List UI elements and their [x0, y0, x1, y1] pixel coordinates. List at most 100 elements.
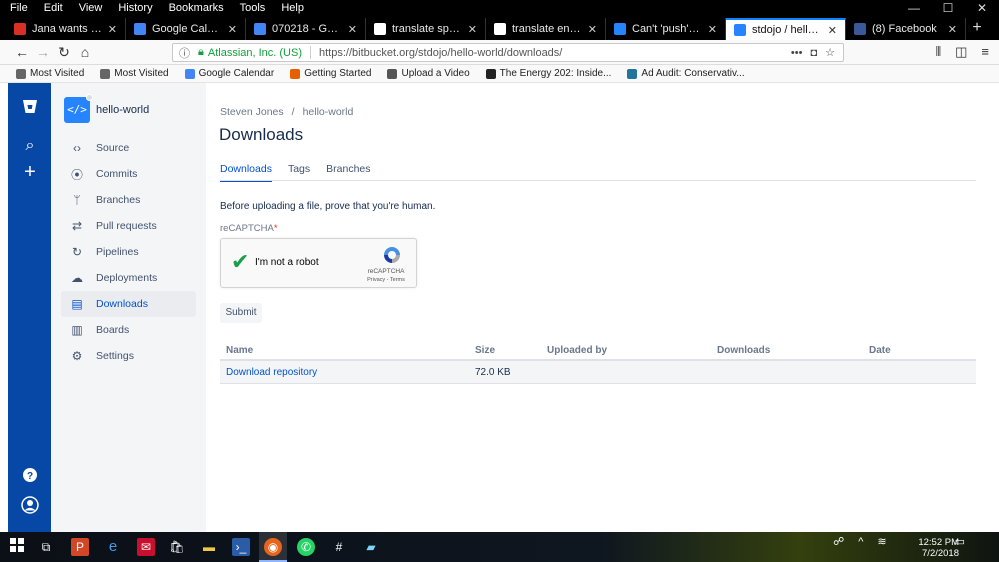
new-tab-button[interactable]: + [966, 18, 988, 40]
menu-tools[interactable]: Tools [238, 1, 268, 15]
file-explorer-icon[interactable]: ▬ [200, 538, 218, 556]
close-tab-icon[interactable]: ✕ [108, 23, 117, 36]
col-date[interactable]: Date [869, 345, 976, 356]
task-view-icon[interactable]: ⧉ [37, 538, 55, 556]
menu-history[interactable]: History [116, 1, 154, 15]
store-icon[interactable]: 🛍︎ [168, 538, 186, 556]
browser-tab[interactable]: Google Calendar - Week ✕ [126, 18, 246, 40]
windows-taskbar: ⧉ P e ✉ 🛍︎ ▬ ›_ ◉ ✆ # ▰ ☍ ^ ≋ ▭ 12:52 PM… [0, 532, 999, 562]
bookmark-item[interactable]: Google Calendar [184, 68, 274, 79]
submit-button[interactable]: Submit [220, 303, 262, 323]
url-bar[interactable]: ⓘ 🔒︎ Atlassian, Inc. (US) https://bitbuc… [172, 43, 844, 62]
browser-tab[interactable]: translate english spanish ✕ [486, 18, 606, 40]
favicon-icon [14, 23, 26, 35]
browser-tab[interactable]: 070218 - Google Docs ✕ [246, 18, 366, 40]
sidebar-item-branches[interactable]: ᛘ Branches [61, 187, 196, 213]
col-downloads[interactable]: Downloads [717, 345, 869, 356]
menu-help[interactable]: Help [279, 1, 306, 15]
browser-tab[interactable]: (8) Facebook ✕ [846, 18, 966, 40]
tray-overflow-icon[interactable]: ^ [858, 536, 863, 548]
bookmark-star-icon[interactable]: ☆ [825, 46, 835, 59]
bitbucket-logo-icon[interactable] [18, 97, 42, 121]
bookmark-icon [387, 68, 398, 79]
mail-app-icon[interactable]: ✉ [137, 538, 155, 556]
sidebar-item-boards[interactable]: ▥ Boards [61, 317, 196, 343]
bookmark-item[interactable]: Upload a Video [387, 68, 470, 79]
global-nav: ⌕ + ? [8, 83, 51, 532]
people-icon[interactable]: ☍ [833, 535, 844, 548]
sidebar-toggle-icon[interactable]: ◫ [955, 44, 967, 60]
close-tab-icon[interactable]: ✕ [228, 23, 237, 36]
bookmark-item[interactable]: Most Visited [16, 68, 84, 79]
recaptcha-terms-link[interactable]: Privacy - Terms [364, 277, 408, 283]
col-uploaded-by[interactable]: Uploaded by [547, 345, 717, 356]
code-icon: ‹› [73, 141, 81, 155]
menu-bookmarks[interactable]: Bookmarks [167, 1, 226, 15]
url-text[interactable]: https://bitbucket.org/stdojo/hello-world… [319, 47, 791, 59]
help-icon[interactable]: ? [18, 467, 42, 491]
close-tab-icon[interactable]: ✕ [348, 23, 357, 36]
slack-icon[interactable]: # [330, 538, 348, 556]
sidebar-item-source[interactable]: ‹› Source [61, 135, 196, 161]
sidebar-item-downloads[interactable]: ▤ Downloads [61, 291, 196, 317]
forward-button[interactable]: → [33, 43, 53, 63]
user-avatar-icon[interactable] [18, 496, 42, 520]
maximize-button[interactable]: ☐ [931, 0, 965, 18]
breadcrumb-owner[interactable]: Steven Jones [220, 106, 284, 118]
browser-tab[interactable]: Can't 'push' to bitbucket ✕ [606, 18, 726, 40]
col-name[interactable]: Name [220, 345, 475, 356]
pull-request-icon: ⇄ [71, 219, 83, 233]
sidebar-item-pull-requests[interactable]: ⇄ Pull requests [61, 213, 196, 239]
sidebar-item-commits[interactable]: ⦿ Commits [61, 161, 196, 187]
menu-view[interactable]: View [77, 1, 105, 15]
minimize-button[interactable]: — [897, 0, 931, 18]
close-tab-icon[interactable]: ✕ [588, 23, 597, 36]
bookmark-icon [627, 68, 638, 79]
close-window-button[interactable]: ✕ [965, 0, 999, 18]
download-repository-link[interactable]: Download repository [220, 367, 475, 378]
menu-file[interactable]: File [8, 1, 30, 15]
sidebar-item-deployments[interactable]: ☁ Deployments [61, 265, 196, 291]
notes-app-icon[interactable]: ▰ [362, 538, 380, 556]
whatsapp-icon[interactable]: ✆ [297, 538, 315, 556]
firefox-icon[interactable]: ◉ [264, 538, 282, 556]
close-tab-icon[interactable]: ✕ [708, 23, 717, 36]
menu-edit[interactable]: Edit [42, 1, 65, 15]
clock[interactable]: 12:52 PM 7/2/2018 [918, 537, 959, 559]
bookmark-item[interactable]: The Energy 202: Inside... [485, 68, 611, 79]
search-icon[interactable]: ⌕ [18, 134, 42, 158]
create-icon[interactable]: + [18, 160, 42, 184]
recaptcha-checkbox[interactable]: ✔ [231, 251, 249, 273]
powerpoint-icon[interactable]: P [71, 538, 89, 556]
sidebar-item-pipelines[interactable]: ↻ Pipelines [61, 239, 196, 265]
close-tab-icon[interactable]: ✕ [948, 23, 957, 36]
pocket-icon[interactable]: ◘ [810, 47, 817, 59]
bookmark-item[interactable]: Ad Audit: Conservativ... [627, 68, 745, 79]
edge-icon[interactable]: e [104, 538, 122, 556]
close-tab-icon[interactable]: ✕ [468, 23, 477, 36]
browser-tab[interactable]: Jana wants you to check ✕ [6, 18, 126, 40]
library-icon[interactable]: ⫴ [936, 44, 941, 60]
bookmark-icon [290, 68, 301, 79]
page-actions-icon[interactable]: ••• [791, 47, 803, 59]
windows-start-icon[interactable] [8, 538, 26, 556]
powershell-icon[interactable]: ›_ [232, 538, 250, 556]
browser-tab[interactable]: translate spanish english ✕ [366, 18, 486, 40]
hamburger-menu-icon[interactable]: ≡ [981, 44, 989, 60]
file-icon: ▤ [71, 297, 83, 311]
close-tab-icon[interactable]: ✕ [828, 24, 837, 37]
repo-header[interactable]: </> hello-world [64, 94, 149, 123]
bookmark-item[interactable]: Most Visited [100, 68, 169, 79]
sidebar-item-settings[interactable]: ⚙ Settings [61, 343, 196, 369]
site-identity[interactable]: Atlassian, Inc. (US) [208, 47, 302, 59]
back-button[interactable]: ← [12, 43, 32, 63]
info-icon[interactable]: ⓘ [179, 45, 190, 61]
reload-button[interactable]: ↻ [54, 43, 74, 63]
home-button[interactable]: ⌂ [75, 43, 95, 63]
breadcrumb-repo[interactable]: hello-world [303, 106, 354, 118]
col-size[interactable]: Size [475, 345, 547, 356]
browser-tab[interactable]: stdojo / hello-world / Downloads ✕ [726, 18, 846, 40]
recaptcha-label: reCAPTCHA* [220, 223, 278, 234]
bookmark-item[interactable]: Getting Started [290, 68, 371, 79]
network-icon[interactable]: ≋ [877, 535, 886, 548]
